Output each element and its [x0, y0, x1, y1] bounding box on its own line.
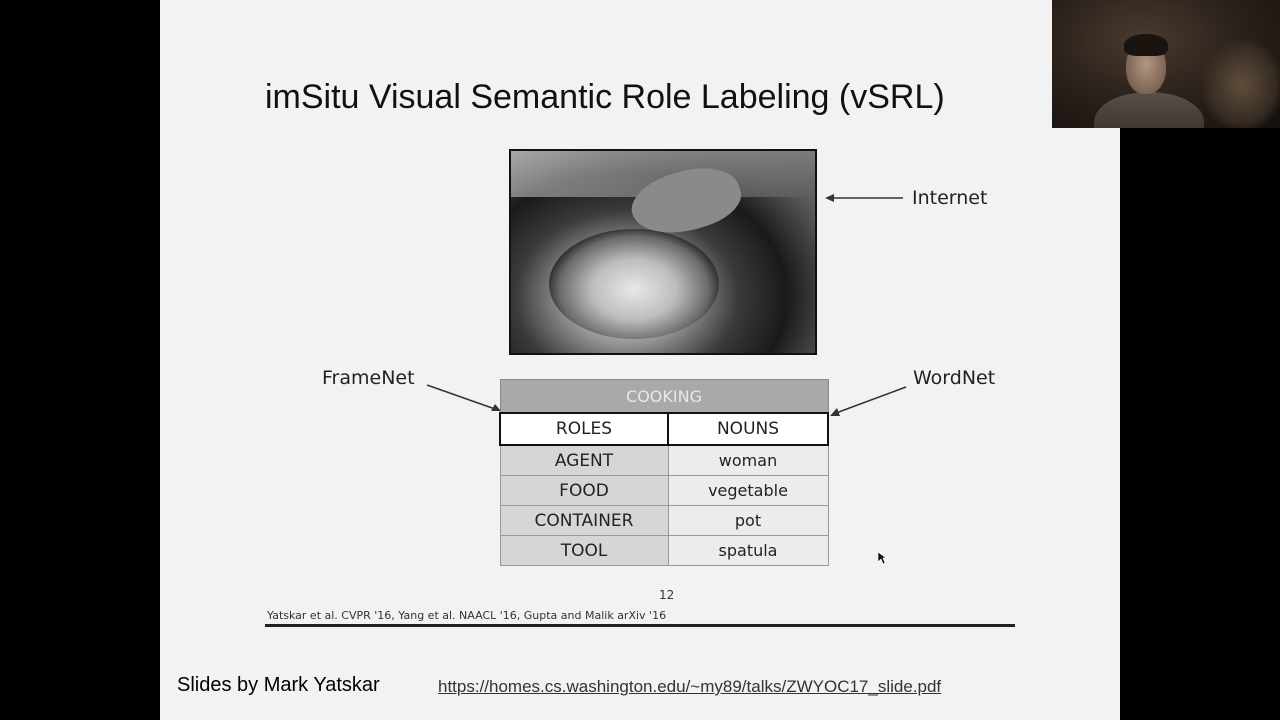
framenet-label: FrameNet [322, 367, 415, 389]
citation: Yatskar et al. CVPR '16, Yang et al. NAA… [267, 609, 667, 622]
role-cell: FOOD [499, 475, 669, 506]
mouse-pointer-icon [877, 551, 887, 565]
webcam-person-body [1094, 92, 1204, 128]
role-cell: AGENT [499, 444, 669, 476]
table-row: CONTAINER pot [499, 505, 829, 536]
slide-title: imSitu Visual Semantic Role Labeling (vS… [265, 78, 945, 116]
webcam-background [1202, 40, 1280, 128]
table-row: TOOL spatula [499, 535, 829, 566]
cooking-photo [509, 149, 817, 355]
wordnet-label: WordNet [913, 367, 996, 389]
page-number: 12 [659, 588, 675, 602]
noun-cell: spatula [667, 535, 829, 566]
arrow-left-icon [825, 194, 903, 202]
slides-link[interactable]: https://homes.cs.washington.edu/~my89/ta… [438, 677, 941, 697]
slide-credit: Slides by Mark Yatskar [177, 674, 380, 696]
role-cell: CONTAINER [499, 505, 669, 536]
noun-cell: woman [667, 444, 829, 476]
photo-pot [549, 229, 719, 339]
webcam-person-hair [1124, 34, 1168, 56]
webcam-feed [1052, 0, 1280, 128]
roles-column-header: ROLES [499, 412, 669, 446]
role-cell: TOOL [499, 535, 669, 566]
wordnet-arrow-icon [830, 386, 907, 416]
frame-header: COOKING [499, 379, 829, 414]
nouns-column-header: NOUNS [667, 412, 829, 446]
divider [265, 624, 1015, 627]
frame-table: COOKING ROLES NOUNS AGENT woman FOOD veg… [499, 379, 829, 566]
noun-cell: vegetable [667, 475, 829, 506]
framenet-arrow-icon [426, 384, 501, 411]
table-row: FOOD vegetable [499, 475, 829, 506]
table-row: AGENT woman [499, 444, 829, 476]
noun-cell: pot [667, 505, 829, 536]
slide: imSitu Visual Semantic Role Labeling (vS… [160, 0, 1120, 720]
internet-label: Internet [912, 187, 988, 209]
